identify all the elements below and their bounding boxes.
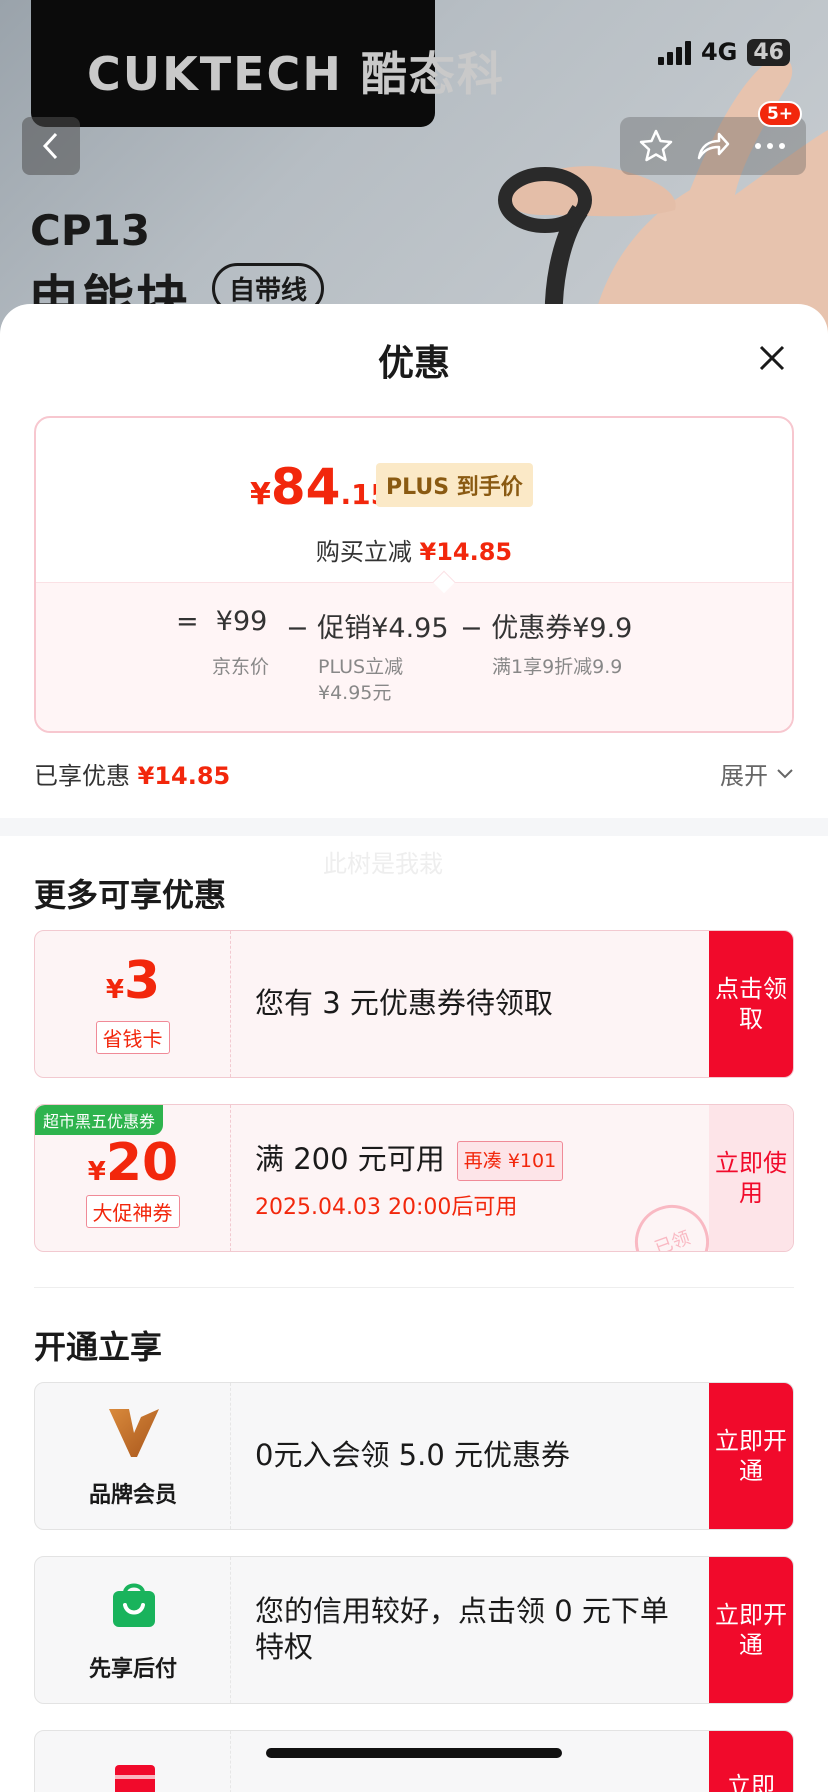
coupon-desc: 您有 3 元优惠券待领取 (255, 986, 553, 1020)
star-icon (640, 129, 673, 162)
back-button[interactable] (22, 117, 80, 175)
home-indicator (266, 1748, 562, 1758)
service-card: 立即 (34, 1730, 794, 1792)
activate-service-button[interactable]: 立即 (709, 1731, 793, 1792)
network-label: 4G (700, 38, 738, 66)
coupon-amount-area: ¥3 省钱卡 (35, 931, 231, 1077)
service-name: 先享后付 (88, 1657, 177, 1682)
coupon-valid-time: 2025.04.03 20:00后可用 (255, 1195, 518, 1220)
claim-coupon-button[interactable]: 点击领取 (709, 931, 793, 1077)
battery-icon: 46 (747, 38, 790, 66)
chevron-down-icon (777, 768, 793, 778)
plus-price-tag: PLUS 到手价 (376, 463, 533, 507)
expand-button[interactable]: 展开 (720, 756, 794, 791)
service-name: 品牌会员 (88, 1483, 177, 1508)
calc-promo-sub: PLUS立减¥4.95元 (318, 656, 404, 704)
watermark: 此树是我栽 (323, 850, 443, 878)
product-model: CP13 (30, 206, 151, 255)
more-dots-icon (754, 143, 785, 149)
calc-coupon: − 优惠券¥9.9 (460, 613, 633, 644)
service-card: 品牌会员 0元入会领 5.0 元优惠券 立即开通 (34, 1382, 794, 1530)
claimed-stamp: 已领 (624, 1194, 720, 1251)
sheet-title: 优惠 (377, 343, 450, 384)
brand-member-v-icon (109, 1409, 159, 1457)
favorite-button[interactable] (633, 123, 679, 169)
close-button[interactable] (752, 338, 792, 378)
service-icon-area (35, 1731, 231, 1792)
service-desc: 0元入会领 5.0 元优惠券 (255, 1438, 571, 1472)
final-price: ¥84.15 (250, 458, 391, 516)
service-icon-area: 先享后付 (35, 1557, 231, 1703)
brand-logo: CUKTECH 酷态科 (87, 47, 505, 101)
brand-logo-box: CUKTECH 酷态科 (31, 0, 503, 127)
card-icon (115, 1765, 155, 1792)
activate-service-button[interactable]: 立即开通 (709, 1557, 793, 1703)
coupon-card: ¥3 省钱卡 您有 3 元优惠券待领取 点击领取 (34, 930, 794, 1078)
message-badge: 5+ (757, 101, 803, 127)
coupon-ribbon: 超市黑五优惠券 (35, 1105, 164, 1135)
discount-sheet: 优惠 ¥84.15 PLUS 到手价 购买立减 ¥14.85 = ¥99 京东价… (0, 304, 828, 1792)
coupon-amount-area: 超市黑五优惠券 ¥20 大促神券 (35, 1105, 231, 1251)
calc-base-sub: 京东价 (212, 656, 270, 678)
coupon-type-tag: 大促神券 (85, 1195, 180, 1228)
coupon-topup-pill: 再凑 ¥101 (456, 1141, 564, 1181)
coupon-card: 超市黑五优惠券 ¥20 大促神券 满 200 元可用 再凑 ¥101 2025.0… (34, 1104, 794, 1252)
enjoyed-discount: 已享优惠 ¥14.85 (34, 762, 231, 790)
coupon-desc: 满 200 元可用 再凑 ¥101 (255, 1141, 564, 1181)
coupon-amount: ¥3 (105, 951, 161, 1011)
product-banner: CUKTECH 酷态科 4G 46 5+ CP13 电能块 自带线 (0, 0, 828, 340)
coupon-amount: ¥20 (87, 1133, 179, 1193)
more-offers-title: 更多可享优惠 (34, 876, 227, 914)
share-icon (697, 132, 730, 160)
share-button[interactable] (690, 123, 736, 169)
calc-coupon-sub: 满1享9折减9.9 (492, 656, 623, 678)
divider (34, 1287, 794, 1288)
open-enjoy-title: 开通立享 (34, 1328, 163, 1366)
discount-line: 购买立减 ¥14.85 (315, 538, 513, 566)
shopping-bag-icon (113, 1583, 155, 1627)
calc-base: = ¥99 (176, 606, 268, 637)
service-desc: 您的信用较好，点击领 0 元下单特权 (255, 1594, 669, 1664)
section-separator (0, 818, 828, 836)
service-icon-area: 品牌会员 (35, 1383, 231, 1529)
signal-icon (657, 39, 691, 65)
activate-service-button[interactable]: 立即开通 (709, 1383, 793, 1529)
coupon-type-tag: 省钱卡 (95, 1021, 170, 1054)
close-icon (759, 345, 785, 371)
chevron-left-icon (42, 132, 58, 160)
calc-promo: − 促销¥4.95 (286, 613, 449, 644)
use-coupon-button[interactable]: 立即使用 (709, 1105, 793, 1251)
service-card: 先享后付 您的信用较好，点击领 0 元下单特权 立即开通 (34, 1556, 794, 1704)
more-button[interactable] (747, 123, 793, 169)
price-summary-card: ¥84.15 PLUS 到手价 购买立减 ¥14.85 = ¥99 京东价 − … (34, 416, 794, 733)
status-bar: 4G 46 (657, 38, 790, 66)
